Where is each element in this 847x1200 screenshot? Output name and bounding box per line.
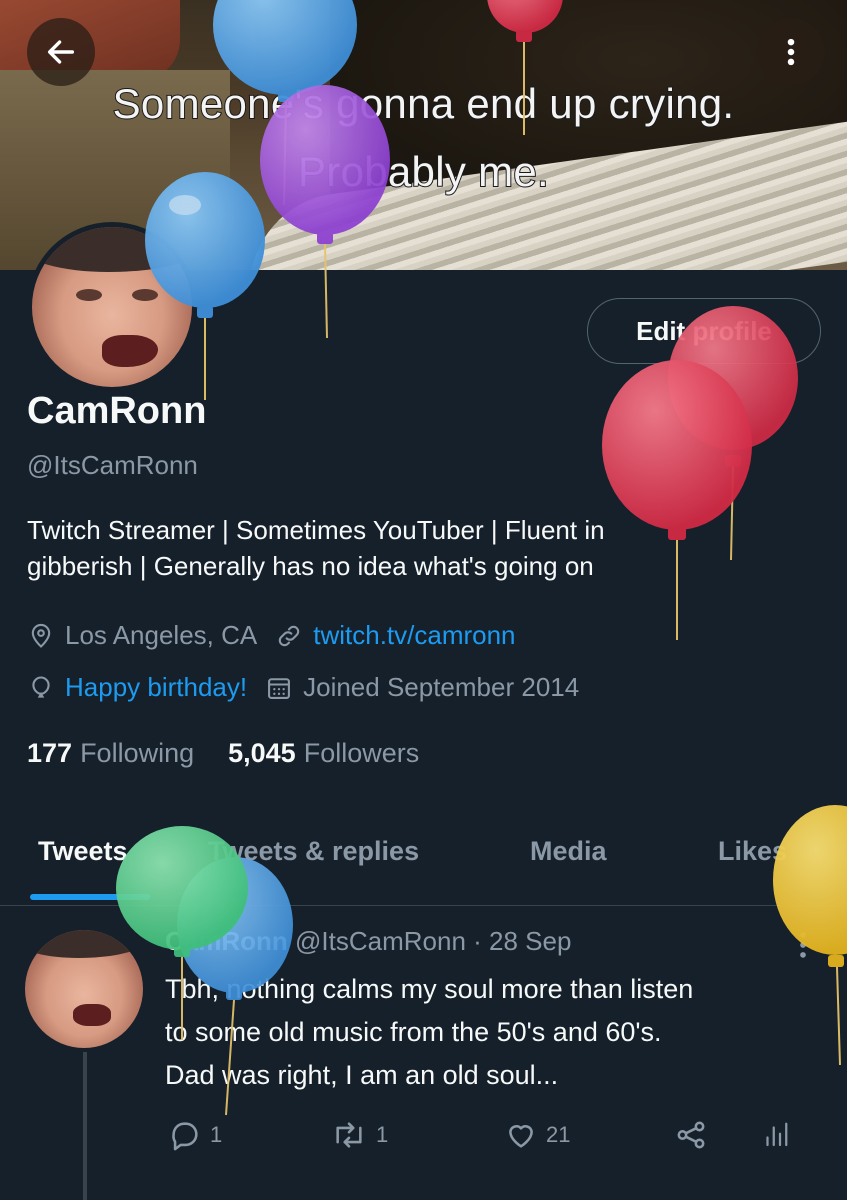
- tweet-actions: 1 1 21: [168, 1118, 808, 1158]
- profile-meta-row: Los Angeles, CA twitch.tv/camronn: [27, 620, 534, 651]
- link-icon: [279, 625, 300, 646]
- thread-line: [83, 1052, 87, 1200]
- banner-caption-line1: Someone's gonna end up crying.: [112, 79, 735, 128]
- tab-tweets-replies[interactable]: Tweets & replies: [208, 836, 419, 867]
- bio-line1: Twitch Streamer | Sometimes YouTuber | F…: [27, 515, 605, 545]
- like-count: 21: [546, 1122, 571, 1147]
- calendar-icon: [268, 677, 291, 699]
- following-label: Following: [80, 738, 195, 768]
- joined-text: Joined September 2014: [303, 672, 580, 702]
- followers-count: 5,045: [228, 738, 296, 768]
- joined: Joined September 2014: [265, 672, 579, 703]
- birthday[interactable]: Happy birthday!: [27, 672, 247, 703]
- heart-icon: [509, 1125, 533, 1148]
- tweet-handle-date: @ItsCamRonn · 28 Sep: [295, 926, 572, 956]
- more-vertical-icon: [787, 38, 795, 66]
- balloon-red-front: [602, 360, 752, 640]
- tab-media[interactable]: Media: [530, 836, 607, 867]
- birthday-text[interactable]: Happy birthday!: [65, 672, 247, 703]
- profile-meta-row: Happy birthday! Joined September 2014: [27, 672, 597, 703]
- profile-handle: @ItsCamRonn: [27, 450, 198, 480]
- balloon-icon: [32, 675, 50, 698]
- analytics-icon: [766, 1122, 788, 1147]
- following-count: 177: [27, 738, 73, 768]
- profile-avatar[interactable]: [27, 222, 197, 392]
- follow-stats: 177 Following 5,045 Followers: [27, 738, 419, 769]
- profile-name: CamRonn: [27, 390, 207, 432]
- like-button[interactable]: 21: [504, 1118, 570, 1152]
- followers-label: Followers: [303, 738, 420, 768]
- tweet-author[interactable]: CamRonn: [165, 926, 288, 956]
- website[interactable]: twitch.tv/camronn: [275, 620, 516, 651]
- tweet-text: Tbh, nothing calms my soul more than lis…: [165, 968, 825, 1097]
- share-icon: [677, 1121, 705, 1149]
- retweet-button[interactable]: 1: [330, 1118, 388, 1152]
- banner-caption-line2: Probably me.: [297, 147, 550, 196]
- reply-icon: [172, 1122, 198, 1151]
- location-pin-icon: [31, 623, 51, 648]
- share-button[interactable]: [674, 1118, 716, 1152]
- reply-count: 1: [210, 1122, 223, 1147]
- active-tab-indicator: [30, 894, 150, 900]
- bio-line2: gibberish | Generally has no idea what's…: [27, 551, 594, 581]
- reply-button[interactable]: 1: [168, 1118, 222, 1152]
- followers-link[interactable]: 5,045 Followers: [228, 738, 419, 769]
- tab-likes[interactable]: Likes: [718, 836, 787, 867]
- retweet-icon: [336, 1122, 362, 1148]
- following-link[interactable]: 177 Following: [27, 738, 194, 769]
- website-link[interactable]: twitch.tv/camronn: [313, 620, 515, 651]
- tweet-text-line1: Tbh, nothing calms my soul more than lis…: [165, 974, 694, 1004]
- analytics-button[interactable]: [760, 1118, 798, 1152]
- tab-tweets[interactable]: Tweets: [38, 836, 128, 867]
- tweet-avatar[interactable]: [25, 930, 143, 1048]
- profile-bio: Twitch Streamer | Sometimes YouTuber | F…: [27, 512, 787, 584]
- tweet-text-line2: to some old music from the 50's and 60's…: [165, 1017, 662, 1047]
- arrow-left-icon: [47, 40, 75, 64]
- location-text: Los Angeles, CA: [65, 620, 258, 650]
- retweet-count: 1: [376, 1122, 389, 1147]
- location: Los Angeles, CA: [27, 620, 257, 651]
- back-button[interactable]: [27, 18, 95, 86]
- more-options-button[interactable]: [757, 18, 825, 86]
- tweet-text-line3: Dad was right, I am an old soul...: [165, 1060, 559, 1090]
- edit-profile-button[interactable]: Edit profile: [587, 298, 821, 364]
- profile-tabs: Tweets Tweets & replies Media Likes: [0, 820, 847, 906]
- tweet-header: CamRonn @ItsCamRonn · 28 Sep: [165, 926, 571, 957]
- tweet-more-icon[interactable]: [792, 928, 814, 962]
